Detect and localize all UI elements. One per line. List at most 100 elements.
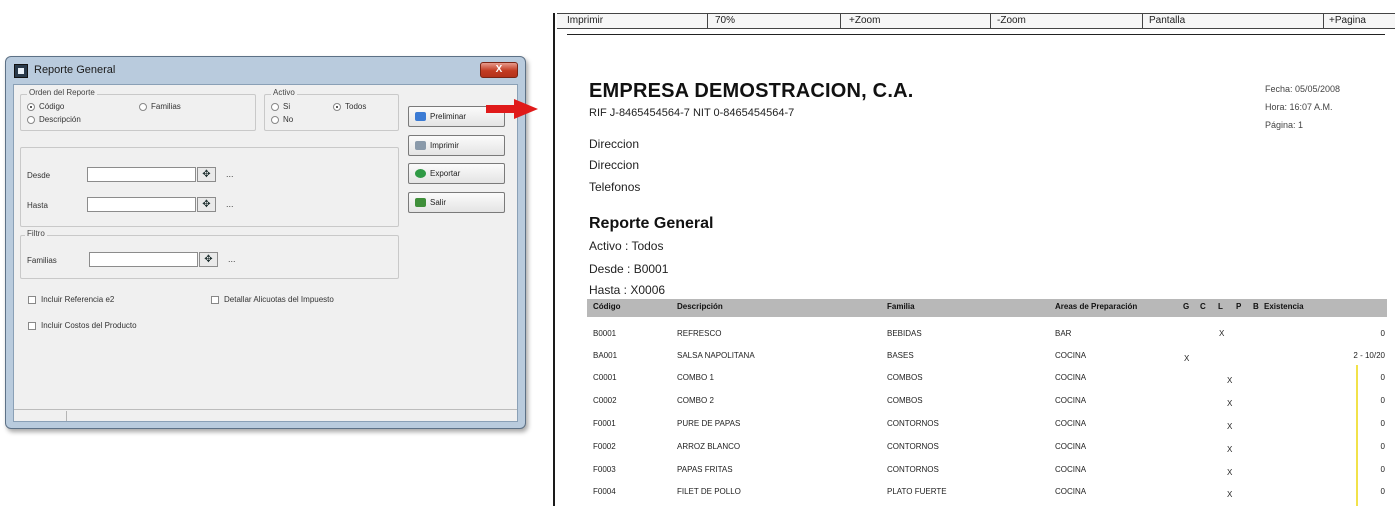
radio-dot: [27, 102, 35, 111]
desde-ellipsis[interactable]: ...: [226, 169, 234, 179]
table-row[interactable]: BA001 SALSA NAPOLITANA BASES COCINA X 2 …: [587, 345, 1387, 367]
col-area: Areas de Preparación: [1055, 302, 1138, 311]
radio-label: Código: [39, 102, 65, 111]
export-label: Exportar: [430, 169, 461, 178]
orden-legend: Orden del Reporte: [27, 88, 97, 98]
screenshot-stage: Reporte General X Orden del Reporte Códi…: [0, 0, 1395, 506]
familias-input[interactable]: [89, 252, 198, 267]
cell-familia: PLATO FUERTE: [887, 487, 947, 496]
hasta-label: Hasta: [27, 201, 48, 210]
radio-si[interactable]: Si: [271, 102, 290, 111]
desde-lookup-icon[interactable]: ✥: [197, 167, 216, 182]
preview-icon: [415, 112, 426, 121]
radio-label: No: [283, 115, 294, 124]
check-incluir-costos[interactable]: Incluir Costos del Producto: [28, 321, 137, 330]
familias-label: Familias: [27, 256, 57, 265]
radio-label: Todos: [345, 102, 367, 111]
cell-familia: COMBOS: [887, 373, 923, 382]
cell-mark-l: X: [1227, 468, 1233, 477]
cell-area: COCINA: [1055, 465, 1087, 474]
cell-codigo: C0002: [593, 396, 617, 405]
col-g: G: [1183, 302, 1190, 311]
cell-codigo: C0001: [593, 373, 617, 382]
cell-codigo: F0002: [593, 442, 616, 451]
radio-codigo[interactable]: Código: [27, 102, 64, 111]
cell-mark-l: X: [1227, 399, 1233, 408]
print-button[interactable]: Imprimir: [408, 135, 505, 156]
check-detallar-alicuotas[interactable]: Detallar Alicuotas del Impuesto: [211, 295, 334, 304]
cell-descripcion: COMBO 1: [677, 373, 714, 382]
radio-descripcion[interactable]: Descripción: [27, 115, 81, 124]
status-separator: [66, 411, 67, 421]
cell-area: COCINA: [1055, 487, 1087, 496]
hasta-lookup-icon[interactable]: ✥: [197, 197, 216, 212]
familias-ellipsis[interactable]: ...: [228, 254, 236, 264]
checkbox-box: [28, 295, 36, 304]
param-hasta: Hasta : X0006: [589, 283, 666, 297]
hasta-input[interactable]: [87, 197, 196, 212]
col-existencia: Existencia: [1264, 302, 1304, 311]
cell-familia: CONTORNOS: [887, 419, 939, 428]
printer-icon: [415, 141, 426, 150]
export-button[interactable]: Exportar: [408, 163, 505, 184]
cell-existencia: 0: [1380, 465, 1385, 474]
table-row[interactable]: F0002 ARROZ BLANCO CONTORNOS COCINA X 0: [587, 436, 1387, 458]
table-header: Código Descripción Familia Areas de Prep…: [587, 299, 1387, 317]
col-descripcion: Descripción: [677, 302, 723, 311]
toolbar-fit-screen[interactable]: Pantalla: [1149, 15, 1185, 26]
col-codigo: Código: [593, 302, 621, 311]
activo-group: Activo Si Todos No: [264, 88, 399, 131]
cell-familia: BASES: [887, 351, 914, 360]
table-row[interactable]: F0004 FILET DE POLLO PLATO FUERTE COCINA…: [587, 481, 1387, 503]
export-icon: [415, 169, 426, 178]
exit-button[interactable]: Salir: [408, 192, 505, 213]
orden-group: Orden del Reporte Código Familias Descri…: [20, 88, 256, 131]
cell-familia: COMBOS: [887, 396, 923, 405]
table-row[interactable]: C0001 COMBO 1 COMBOS COCINA X 0: [587, 367, 1387, 389]
toolbar-print[interactable]: Imprimir: [567, 15, 603, 26]
radio-familias[interactable]: Familias: [139, 102, 181, 111]
toolbar-divider: [840, 14, 841, 28]
table-row[interactable]: B0001 REFRESCO BEBIDAS BAR X 0: [587, 323, 1387, 345]
table-row[interactable]: F0001 PURE DE PAPAS CONTORNOS COCINA X 0: [587, 413, 1387, 435]
toolbar-next-page[interactable]: +Pagina: [1329, 15, 1366, 26]
radio-label: Si: [283, 102, 291, 111]
radio-no[interactable]: No: [271, 115, 293, 124]
exit-icon: [415, 198, 426, 207]
cell-mark-l: X: [1219, 329, 1225, 338]
print-label: Imprimir: [430, 141, 459, 150]
filtro-group: Filtro Familias ✥ ...: [20, 229, 399, 279]
cell-area: COCINA: [1055, 396, 1087, 405]
col-b: B: [1253, 302, 1259, 311]
toolbar-zoom-out[interactable]: -Zoom: [997, 15, 1026, 26]
cell-codigo: B0001: [593, 329, 617, 338]
cell-descripcion: PAPAS FRITAS: [677, 465, 733, 474]
col-p: P: [1236, 302, 1242, 311]
table-row[interactable]: F0003 PAPAS FRITAS CONTORNOS COCINA X 0: [587, 459, 1387, 481]
toolbar-zoom-in[interactable]: +Zoom: [849, 15, 880, 26]
cell-existencia: 0: [1380, 487, 1385, 496]
cell-existencia: 0: [1380, 419, 1385, 428]
cell-descripcion: REFRESCO: [677, 329, 722, 338]
check-incluir-referencia[interactable]: Incluir Referencia e2: [28, 295, 114, 304]
radio-todos[interactable]: Todos: [333, 102, 366, 111]
table-row[interactable]: C0002 COMBO 2 COMBOS COCINA X 0: [587, 390, 1387, 412]
address-line-2: Direccion: [589, 158, 640, 172]
close-button[interactable]: X: [480, 62, 518, 78]
col-c: C: [1200, 302, 1206, 311]
toolbar-divider: [707, 14, 708, 28]
radio-dot: [333, 102, 341, 111]
report-title: Reporte General: [589, 215, 714, 232]
phone-line: Telefonos: [589, 180, 641, 194]
toolbar-zoom-level[interactable]: 70%: [715, 15, 735, 26]
company-name: EMPRESA DEMOSTRACION, C.A.: [589, 80, 914, 102]
hasta-ellipsis[interactable]: ...: [226, 199, 234, 209]
desde-input[interactable]: [87, 167, 196, 182]
app-icon: [14, 64, 28, 78]
toolbar-divider: [1142, 14, 1143, 28]
cell-mark-l: X: [1227, 376, 1233, 385]
dialog-titlebar[interactable]: Reporte General X: [6, 57, 525, 83]
familias-lookup-icon[interactable]: ✥: [199, 252, 218, 267]
cell-existencia: 2 - 10/20: [1353, 351, 1385, 360]
viewer-toolbar: Imprimir 70% +Zoom -Zoom Pantalla +Pagin…: [557, 13, 1395, 29]
